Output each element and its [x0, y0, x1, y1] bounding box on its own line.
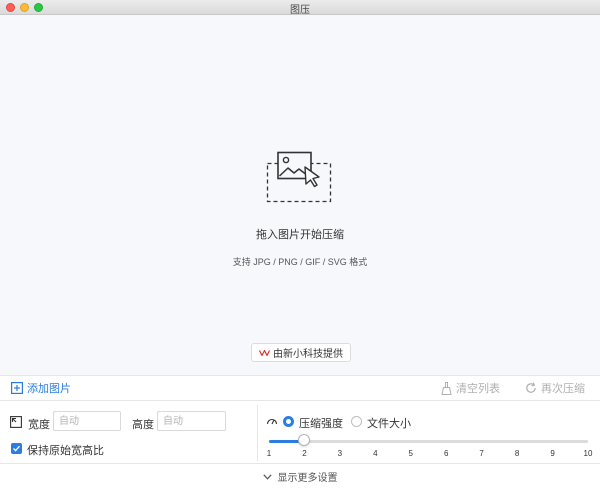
compression-slider-track[interactable]	[269, 440, 588, 443]
slider-tick-label: 9	[550, 449, 555, 458]
credit-badge[interactable]: 由新小科技提供	[251, 343, 351, 362]
filesize-mode-radio[interactable]	[351, 416, 362, 427]
chevron-down-icon	[262, 473, 272, 480]
slider-tick-label: 6	[443, 449, 449, 458]
window-title: 图压	[290, 5, 310, 16]
filesize-mode-label: 文件大小	[367, 418, 411, 430]
drop-zone-title: 拖入图片开始压缩	[256, 229, 344, 241]
slider-tick-label: 4	[373, 449, 378, 458]
clear-list-label: 清空列表	[456, 383, 500, 395]
image-upload-icon	[266, 151, 332, 203]
broom-icon	[441, 381, 452, 395]
slider-tick-label: 5	[408, 449, 413, 458]
drop-zone-subtitle: 支持 JPG / PNG / GIF / SVG 格式	[232, 257, 368, 267]
credit-label: 由新小科技提供	[273, 349, 343, 360]
refresh-icon	[526, 382, 536, 393]
slider-tick-label: 7	[479, 449, 484, 458]
slider-tick-label: 10	[583, 449, 593, 458]
add-image-label: 添加图片	[27, 383, 71, 395]
slider-ticks: 1 2 3 4 5 6 7 8 9 10	[0, 449, 600, 461]
resize-icon	[10, 416, 22, 428]
strength-mode-label: 压缩强度	[299, 418, 343, 430]
slider-tick-label: 1	[266, 449, 272, 458]
plus-square-icon	[11, 382, 23, 394]
recompress-button[interactable]: 再次压缩	[525, 381, 585, 395]
brand-logo-icon	[259, 349, 270, 356]
clear-list-button[interactable]: 清空列表	[441, 381, 500, 395]
strength-mode-radio[interactable]	[283, 416, 294, 427]
recompress-label: 再次压缩	[541, 383, 585, 395]
divider	[0, 463, 600, 464]
add-image-button[interactable]: 添加图片	[11, 381, 71, 395]
more-settings-label: 显示更多设置	[277, 473, 338, 484]
slider-tick-label: 8	[514, 449, 520, 458]
title-bar: 图压	[0, 0, 600, 16]
gauge-icon	[266, 418, 278, 425]
height-label: 高度	[132, 419, 154, 431]
slider-tick-label: 2	[302, 449, 307, 458]
width-input[interactable]	[53, 411, 121, 431]
drop-zone[interactable]: 拖入图片开始压缩 支持 JPG / PNG / GIF / SVG 格式	[0, 15, 600, 375]
width-label: 宽度	[28, 419, 50, 431]
height-input[interactable]	[157, 411, 226, 431]
slider-tick-label: 3	[337, 449, 343, 458]
toolbar: 添加图片 清空列表 再次压缩	[0, 376, 600, 400]
more-settings-toggle[interactable]: 显示更多设置	[0, 469, 600, 484]
